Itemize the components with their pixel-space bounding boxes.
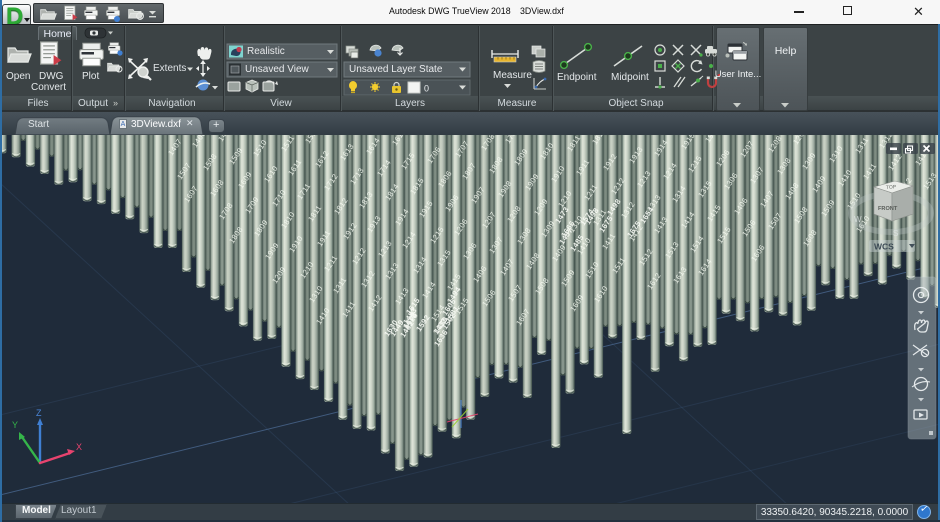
svg-text:WCS: WCS bbox=[874, 242, 894, 252]
svg-text:Z: Z bbox=[36, 408, 42, 418]
svg-text:S: S bbox=[893, 229, 898, 238]
svg-text:Y: Y bbox=[12, 420, 18, 430]
svg-text:X: X bbox=[76, 442, 82, 452]
svg-text:TOP: TOP bbox=[886, 184, 897, 191]
svg-text:W: W bbox=[854, 215, 862, 224]
svg-text:FRONT: FRONT bbox=[878, 206, 898, 212]
svg-text:0: 0 bbox=[424, 84, 429, 94]
